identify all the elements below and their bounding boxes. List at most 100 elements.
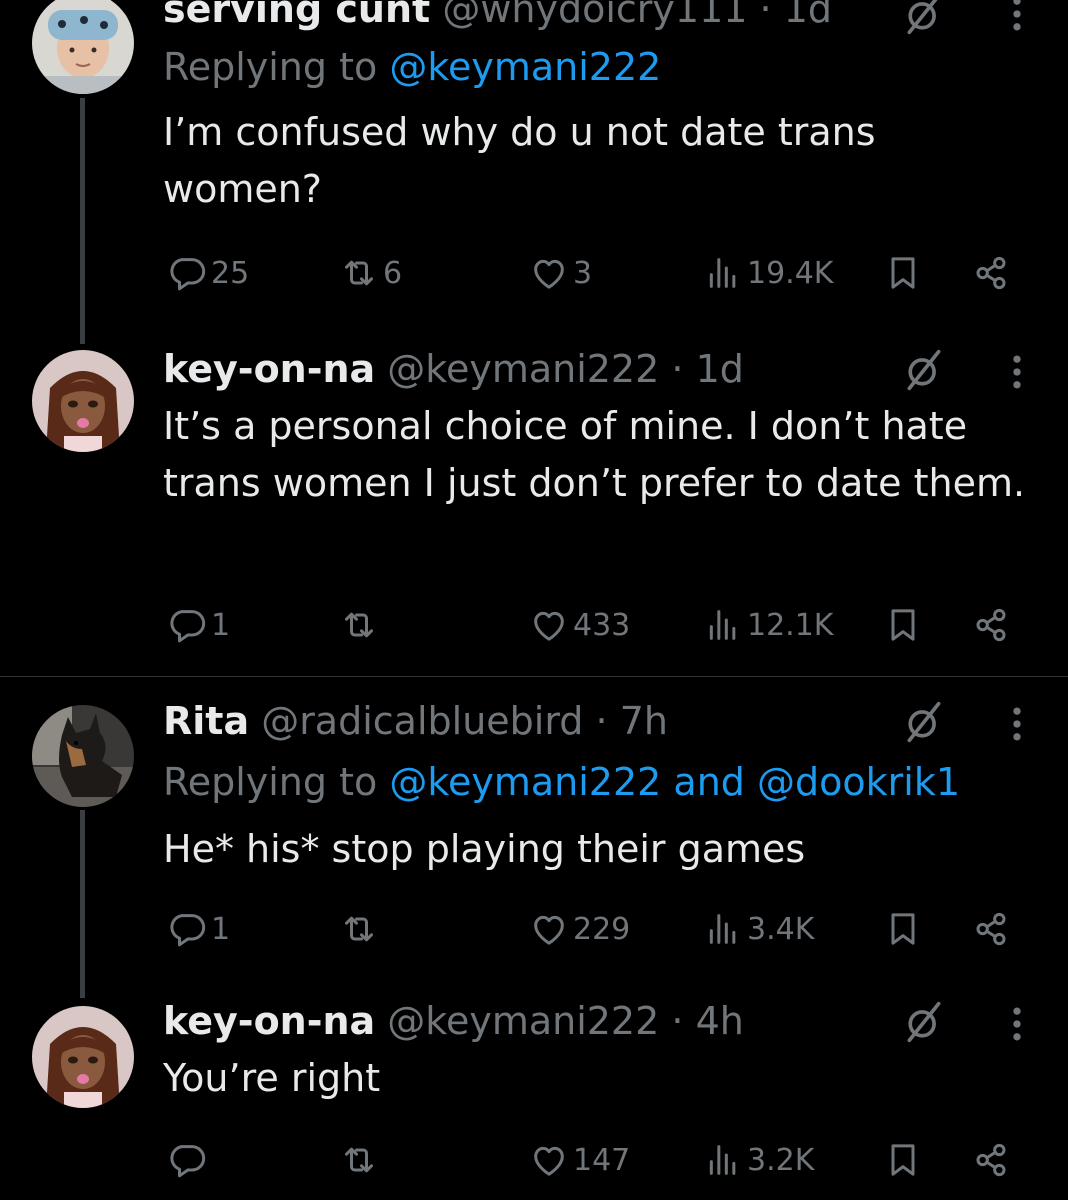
avatar[interactable]	[32, 0, 134, 94]
handle[interactable]: @keymani222	[387, 347, 659, 391]
replying-to: Replying to @keymani222	[163, 44, 661, 90]
mention-link[interactable]: @keymani222	[389, 45, 661, 89]
mute-icon[interactable]	[902, 348, 946, 392]
tweet-whydoicry111[interactable]: serving cunt @whydoicry111 · 1d Replying…	[0, 0, 1068, 330]
reply-button[interactable]	[167, 1135, 211, 1185]
timestamp[interactable]: 7h	[620, 699, 668, 743]
handle[interactable]: @radicalbluebird	[261, 699, 583, 743]
bookmark-button[interactable]	[883, 248, 923, 298]
avatar[interactable]	[32, 1006, 134, 1108]
display-name[interactable]: key-on-na	[163, 999, 375, 1043]
tweet-text: You’re right	[163, 1056, 381, 1100]
like-count: 3	[573, 255, 593, 291]
views-icon	[703, 1140, 743, 1180]
share-button[interactable]	[971, 904, 1011, 954]
views-count: 3.4K	[747, 911, 815, 947]
tweet-header: key-on-na @keymani222 · 1d	[163, 346, 744, 392]
display-name[interactable]: Rita	[163, 699, 249, 743]
retweet-button[interactable]	[339, 1135, 383, 1185]
bookmark-button[interactable]	[883, 1135, 923, 1185]
bookmark-icon	[883, 1140, 923, 1180]
more-icon[interactable]	[1005, 1002, 1029, 1046]
replying-prefix: Replying to	[163, 45, 378, 89]
tweet-text: He* his* stop playing their games	[163, 827, 806, 871]
mention-link[interactable]: @dookrik1	[757, 760, 960, 804]
like-icon	[529, 909, 569, 949]
separator: ·	[595, 699, 608, 743]
retweet-button[interactable]: 6	[339, 248, 402, 298]
share-button[interactable]	[971, 600, 1011, 650]
reply-icon	[167, 1140, 207, 1180]
action-bar: 1 433 12.1K	[163, 600, 1023, 650]
mute-icon[interactable]	[902, 1000, 946, 1044]
views-count: 12.1K	[747, 607, 834, 643]
replying-to: Replying to @keymani222 and @dookrik1	[163, 759, 960, 805]
like-icon	[529, 253, 569, 293]
share-icon	[971, 1140, 1011, 1180]
retweet-icon	[339, 253, 379, 293]
handle[interactable]: @keymani222	[387, 999, 659, 1043]
like-button[interactable]: 433	[529, 600, 630, 650]
views-count: 19.4K	[747, 255, 834, 291]
views-icon	[703, 909, 743, 949]
retweet-button[interactable]	[339, 600, 383, 650]
bookmark-icon	[883, 909, 923, 949]
like-button[interactable]: 229	[529, 904, 630, 954]
timestamp[interactable]: 4h	[696, 999, 744, 1043]
like-button[interactable]: 147	[529, 1135, 630, 1185]
tweet-header: key-on-na @keymani222 · 4h	[163, 998, 744, 1044]
tweet-radicalbluebird[interactable]: Rita @radicalbluebird · 7h Replying to @…	[0, 677, 1068, 992]
reply-button[interactable]: 1	[167, 600, 230, 650]
action-bar: 25 6 3 19.4K	[163, 248, 1023, 298]
views-button[interactable]: 12.1K	[703, 600, 833, 650]
like-button[interactable]: 3	[529, 248, 592, 298]
mention-link[interactable]: @keymani222	[389, 760, 661, 804]
views-count: 3.2K	[747, 1142, 815, 1178]
handle[interactable]: @whydoicry111	[442, 0, 747, 31]
mute-icon[interactable]	[902, 0, 946, 36]
mute-icon[interactable]	[902, 700, 946, 744]
reply-icon	[167, 253, 207, 293]
reply-count: 25	[211, 255, 250, 291]
display-name[interactable]: serving cunt	[163, 0, 430, 31]
bookmark-button[interactable]	[883, 600, 923, 650]
retweet-icon	[339, 909, 379, 949]
more-icon[interactable]	[1005, 0, 1029, 36]
timestamp[interactable]: 1d	[784, 0, 832, 31]
separator: ·	[759, 0, 772, 31]
retweet-icon	[339, 605, 379, 645]
avatar[interactable]	[32, 350, 134, 452]
display-name[interactable]: key-on-na	[163, 347, 375, 391]
reply-button[interactable]: 1	[167, 904, 230, 954]
tweet-keymani222-reply[interactable]: key-on-na @keymani222 · 4h You’re right …	[0, 992, 1068, 1200]
like-count: 229	[573, 911, 631, 947]
share-icon	[971, 253, 1011, 293]
retweet-icon	[339, 1140, 379, 1180]
bookmark-button[interactable]	[883, 904, 923, 954]
share-button[interactable]	[971, 248, 1011, 298]
bookmark-icon	[883, 253, 923, 293]
retweet-count: 6	[383, 255, 403, 291]
timestamp[interactable]: 1d	[696, 347, 744, 391]
views-button[interactable]: 3.2K	[703, 1135, 814, 1185]
views-icon	[703, 605, 743, 645]
share-icon	[971, 605, 1011, 645]
separator: ·	[671, 999, 684, 1043]
share-icon	[971, 909, 1011, 949]
more-icon[interactable]	[1005, 350, 1029, 394]
tweet-keymani222[interactable]: key-on-na @keymani222 · 1d It’s a person…	[0, 330, 1068, 675]
bookmark-icon	[883, 605, 923, 645]
retweet-button[interactable]	[339, 904, 383, 954]
share-button[interactable]	[971, 1135, 1011, 1185]
reply-icon	[167, 909, 207, 949]
views-button[interactable]: 19.4K	[703, 248, 833, 298]
tweet-text: I’m confused why do u not date trans wom…	[163, 110, 876, 211]
avatar[interactable]	[32, 705, 134, 807]
reply-count: 1	[211, 607, 231, 643]
like-icon	[529, 605, 569, 645]
reply-button[interactable]: 25	[167, 248, 249, 298]
views-button[interactable]: 3.4K	[703, 904, 814, 954]
tweet-text: It’s a personal choice of mine. I don’t …	[163, 404, 1026, 505]
more-icon[interactable]	[1005, 702, 1029, 746]
like-icon	[529, 1140, 569, 1180]
